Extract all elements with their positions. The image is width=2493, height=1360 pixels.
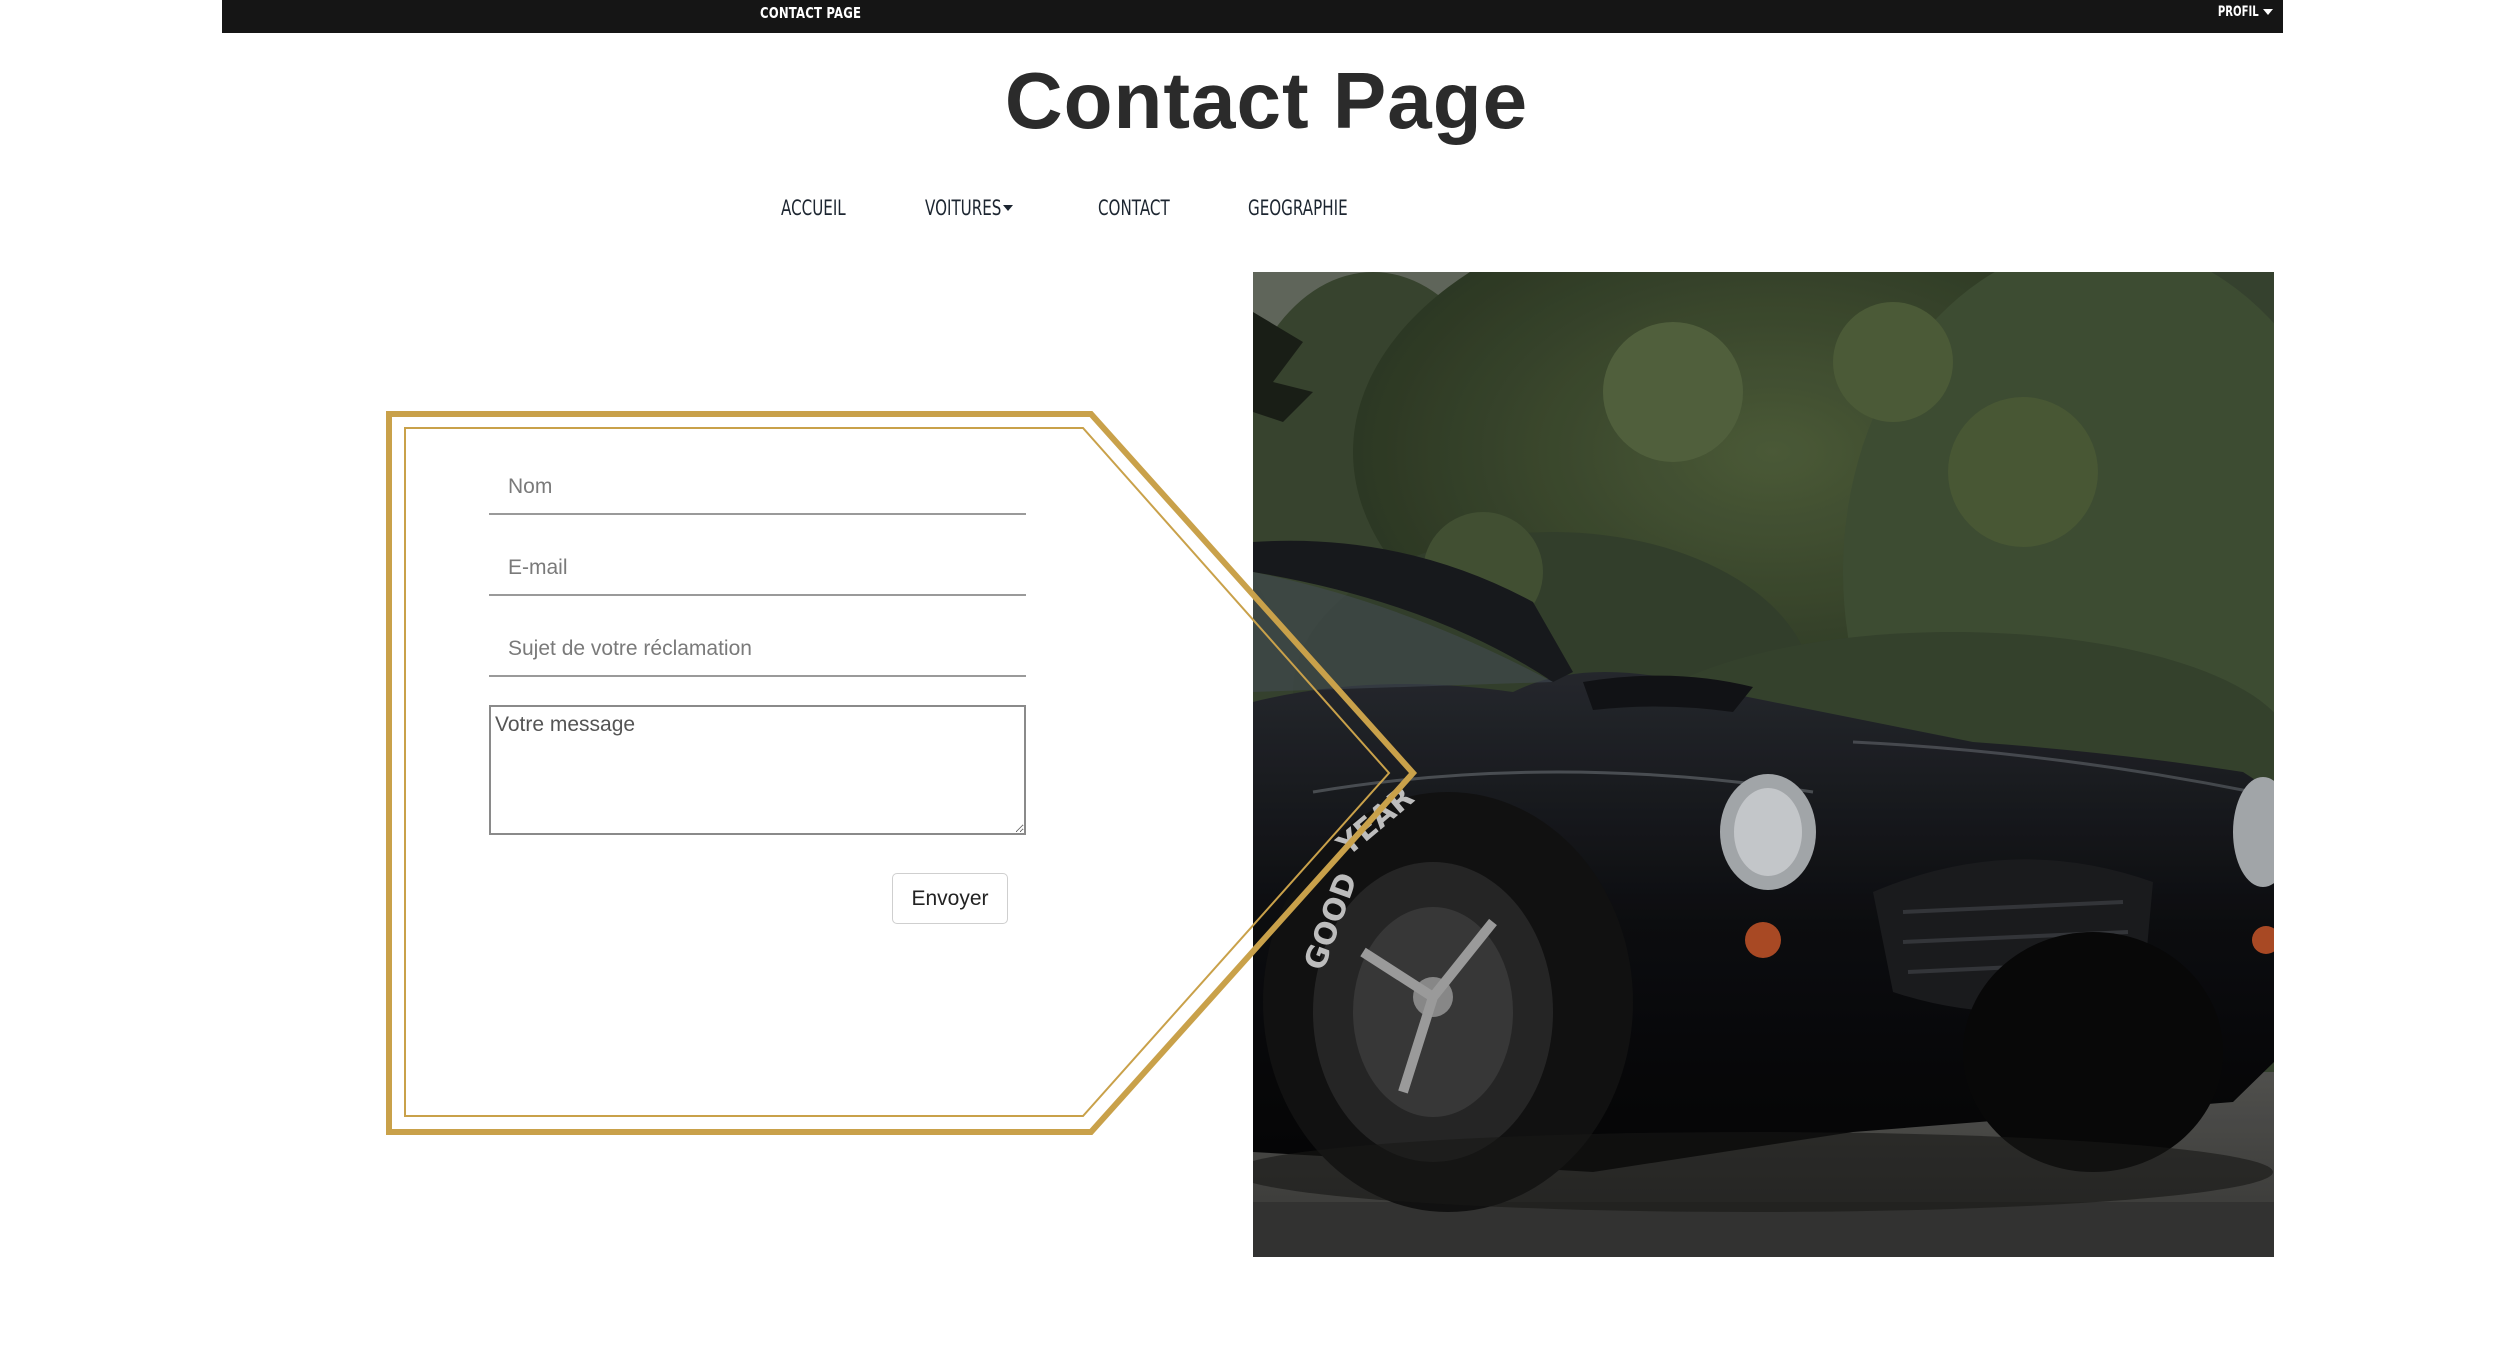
nav-item-label: CONTACT bbox=[1098, 196, 1170, 220]
main-nav: ACCUEIL VOITURES CONTACT GEOGRAPHIE bbox=[0, 196, 2493, 226]
nav-item-label: ACCUEIL bbox=[781, 196, 846, 220]
car-photo: GOOD YEAR bbox=[1253, 272, 2274, 1257]
send-button[interactable]: Envoyer bbox=[892, 873, 1008, 924]
caret-down-icon bbox=[1003, 205, 1014, 211]
name-input[interactable] bbox=[489, 460, 1026, 515]
caret-down-icon bbox=[2263, 9, 2273, 15]
topbar-title[interactable]: CONTACT PAGE bbox=[760, 4, 861, 22]
subject-input[interactable] bbox=[489, 622, 1026, 677]
profile-dropdown[interactable]: PROFIL bbox=[2202, 4, 2273, 20]
nav-item-contact[interactable]: CONTACT bbox=[1098, 196, 1198, 220]
nav-item-voitures[interactable]: VOITURES bbox=[925, 196, 1014, 220]
nav-item-label: GEOGRAPHIE bbox=[1248, 196, 1348, 220]
message-textarea[interactable] bbox=[489, 705, 1026, 835]
page-title: Contact Page bbox=[1004, 56, 1529, 145]
nav-item-label: VOITURES bbox=[925, 196, 1002, 220]
car-illustration: GOOD YEAR bbox=[1253, 272, 2274, 1257]
email-input[interactable] bbox=[489, 541, 1026, 596]
nav-item-geographie[interactable]: GEOGRAPHIE bbox=[1248, 196, 1386, 220]
profile-label: PROFIL bbox=[2218, 4, 2259, 20]
nav-item-accueil[interactable]: ACCUEIL bbox=[781, 196, 871, 220]
top-navbar: CONTACT PAGE PROFIL bbox=[222, 0, 2283, 33]
